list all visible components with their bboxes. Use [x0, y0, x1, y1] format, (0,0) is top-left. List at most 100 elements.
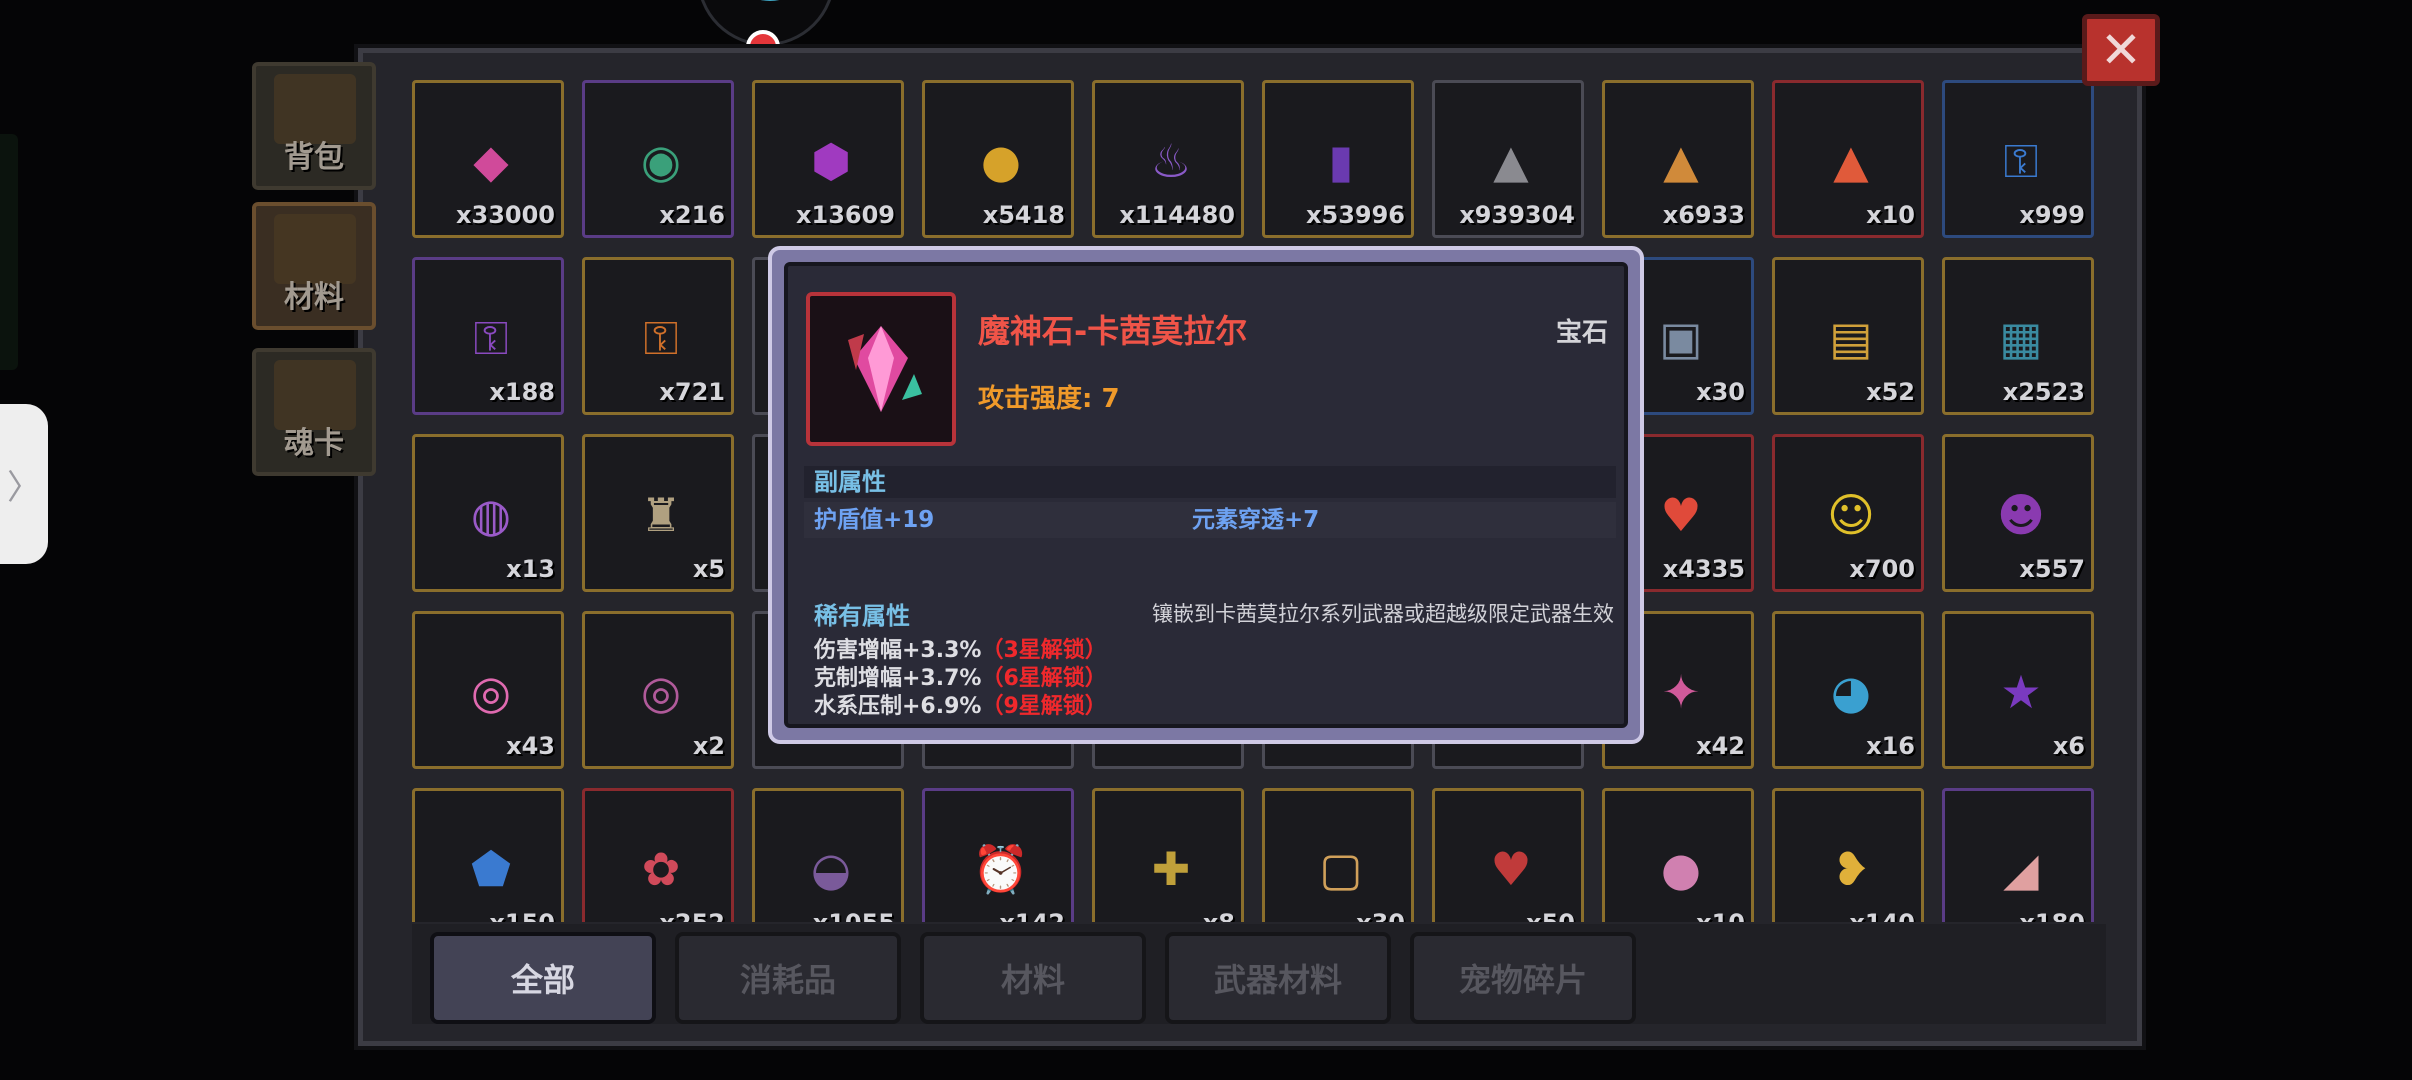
purple-bag-icon: ◒: [810, 842, 852, 896]
pink-bomb-icon: ●: [1660, 842, 1702, 896]
item-slot[interactable]: ◢ x180: [1942, 788, 2094, 922]
item-slot[interactable]: ● x10: [1602, 788, 1754, 922]
item-slot[interactable]: ⚿ x999: [1942, 80, 2094, 238]
item-slot[interactable]: ★ x6: [1942, 611, 2094, 769]
item-slot[interactable]: ♥ x50: [1432, 788, 1584, 922]
item-slot[interactable]: ◉ x216: [582, 80, 734, 238]
item-count: x142: [999, 909, 1065, 922]
alarm-clock-icon: ⏰: [972, 842, 1030, 896]
item-count: x10: [1866, 201, 1915, 229]
side-tab-label: 材料: [284, 280, 344, 315]
filter-tab-4[interactable]: 宠物碎片: [1410, 932, 1636, 1024]
item-count: x188: [489, 378, 555, 406]
item-count: x557: [2019, 555, 2085, 583]
item-slot[interactable]: ☺ x700: [1772, 434, 1924, 592]
item-slot[interactable]: ◍ x13: [412, 434, 564, 592]
side-tab-1[interactable]: 材料: [252, 202, 376, 330]
item-count: x5418: [982, 201, 1065, 229]
side-tab-label: 背包: [284, 140, 344, 175]
item-count: x13609: [796, 201, 895, 229]
smiley-coin-icon: ☺: [1827, 488, 1875, 542]
item-count: x30: [1696, 378, 1745, 406]
item-slot[interactable]: ♨ x114480: [1092, 80, 1244, 238]
item-slot[interactable]: ◎ x2: [582, 611, 734, 769]
blueprint-icon: ▦: [1999, 311, 2043, 365]
item-slot[interactable]: ▦ x2523: [1942, 257, 2094, 415]
sub-attr-shield: 护盾值+19: [814, 507, 935, 533]
item-count: x5: [692, 555, 725, 583]
cat-frame-icon: ▢: [1319, 842, 1363, 896]
item-count: x1055: [813, 909, 895, 922]
item-slot[interactable]: ❥ x140: [1772, 788, 1924, 922]
item-count: x150: [489, 909, 555, 922]
item-count: x140: [1849, 909, 1915, 922]
red-ore-pile-icon: ▲: [1833, 134, 1869, 188]
item-slot[interactable]: ⚿ x188: [412, 257, 564, 415]
item-slot[interactable]: ▲ x939304: [1432, 80, 1584, 238]
item-slot[interactable]: ▤ x52: [1772, 257, 1924, 415]
close-button[interactable]: ✕: [2082, 14, 2160, 86]
item-count: x53996: [1306, 201, 1405, 229]
side-tab-0[interactable]: 背包: [252, 62, 376, 190]
filter-tab-1[interactable]: 消耗品: [675, 932, 901, 1024]
item-slot[interactable]: ♜ x5: [582, 434, 734, 592]
item-count: x939304: [1459, 201, 1575, 229]
paw-badge-icon: ◎: [640, 665, 682, 719]
item-slot[interactable]: ◆ x33000: [412, 80, 564, 238]
item-slot[interactable]: ◒ x1055: [752, 788, 904, 922]
item-slot[interactable]: ◎ x43: [412, 611, 564, 769]
demon-gem-icon: [806, 292, 956, 446]
blue-key-drop-icon: ⚿: [2003, 134, 2039, 188]
item-slot[interactable]: ⬟ x150: [412, 788, 564, 922]
item-count: x252: [659, 909, 725, 922]
item-count: x114480: [1119, 201, 1235, 229]
filter-tab-2[interactable]: 材料: [920, 932, 1146, 1024]
item-count: x8: [1203, 909, 1235, 922]
item-slot[interactable]: ⚿ x721: [582, 257, 734, 415]
item-slot[interactable]: ▢ x30: [1262, 788, 1414, 922]
unlock-tag: （9星解锁）: [981, 694, 1107, 719]
sub-attr-row: 护盾值+19 元素穿透+7: [804, 502, 1616, 538]
filter-tab-3[interactable]: 武器材料: [1165, 932, 1391, 1024]
treasure-chest-icon: ▤: [1829, 311, 1873, 365]
pink-paw-orb-icon: ◎: [470, 665, 512, 719]
chevron-right-icon: 〉: [7, 467, 41, 508]
item-slot[interactable]: ☻ x557: [1942, 434, 2094, 592]
item-count: x6933: [1662, 201, 1745, 229]
purple-chest-orb-icon: ◍: [470, 488, 512, 542]
item-slot[interactable]: ▮ x53996: [1262, 80, 1414, 238]
robot-head-icon: ▣: [1659, 311, 1703, 365]
blue-shield-gem-icon: ⬟: [471, 842, 511, 896]
knight-helmet-icon: ♜: [640, 488, 682, 542]
item-count: x33000: [456, 201, 555, 229]
item-count: x999: [2019, 201, 2085, 229]
item-count: x52: [1866, 378, 1915, 406]
item-count: x216: [659, 201, 725, 229]
item-slot[interactable]: ● x5418: [922, 80, 1074, 238]
gold-ore-pile-icon: ▲: [1663, 134, 1699, 188]
purple-flame-icon: ♨: [1150, 134, 1192, 188]
pink-gem-icon: ◆: [473, 134, 509, 188]
purple-star-icon: ★: [2000, 665, 2042, 719]
purple-devil-icon: ☻: [1997, 488, 2045, 542]
item-slot[interactable]: ✚ x8: [1092, 788, 1244, 922]
item-slot[interactable]: ⬢ x13609: [752, 80, 904, 238]
expand-handle[interactable]: 〉: [0, 404, 48, 564]
item-slot[interactable]: ✿ x252: [582, 788, 734, 922]
sub-attr-header: 副属性: [804, 466, 1616, 498]
filter-tab-0[interactable]: 全部: [430, 932, 656, 1024]
side-tab-label: 魂卡: [284, 426, 344, 461]
side-tab-2[interactable]: 魂卡: [252, 348, 376, 476]
item-tooltip: 魔神石-卡茜莫拉尔 宝石 攻击强度: 7 副属性 护盾值+19 元素穿透+7 稀…: [768, 246, 1644, 744]
item-slot[interactable]: ▲ x6933: [1602, 80, 1754, 238]
item-count: x43: [506, 732, 555, 760]
item-slot[interactable]: ▲ x10: [1772, 80, 1924, 238]
inventory-screen: { "colors": {"background": "#050506", "p…: [0, 0, 2412, 1080]
item-count: x180: [2019, 909, 2085, 922]
green-coin-icon: ◉: [640, 134, 682, 188]
item-slot[interactable]: ◕ x16: [1772, 611, 1924, 769]
item-count: x10: [1696, 909, 1745, 922]
item-count: x721: [659, 378, 725, 406]
purple-key-drop-icon: ⚿: [473, 311, 509, 365]
item-slot[interactable]: ⏰ x142: [922, 788, 1074, 922]
